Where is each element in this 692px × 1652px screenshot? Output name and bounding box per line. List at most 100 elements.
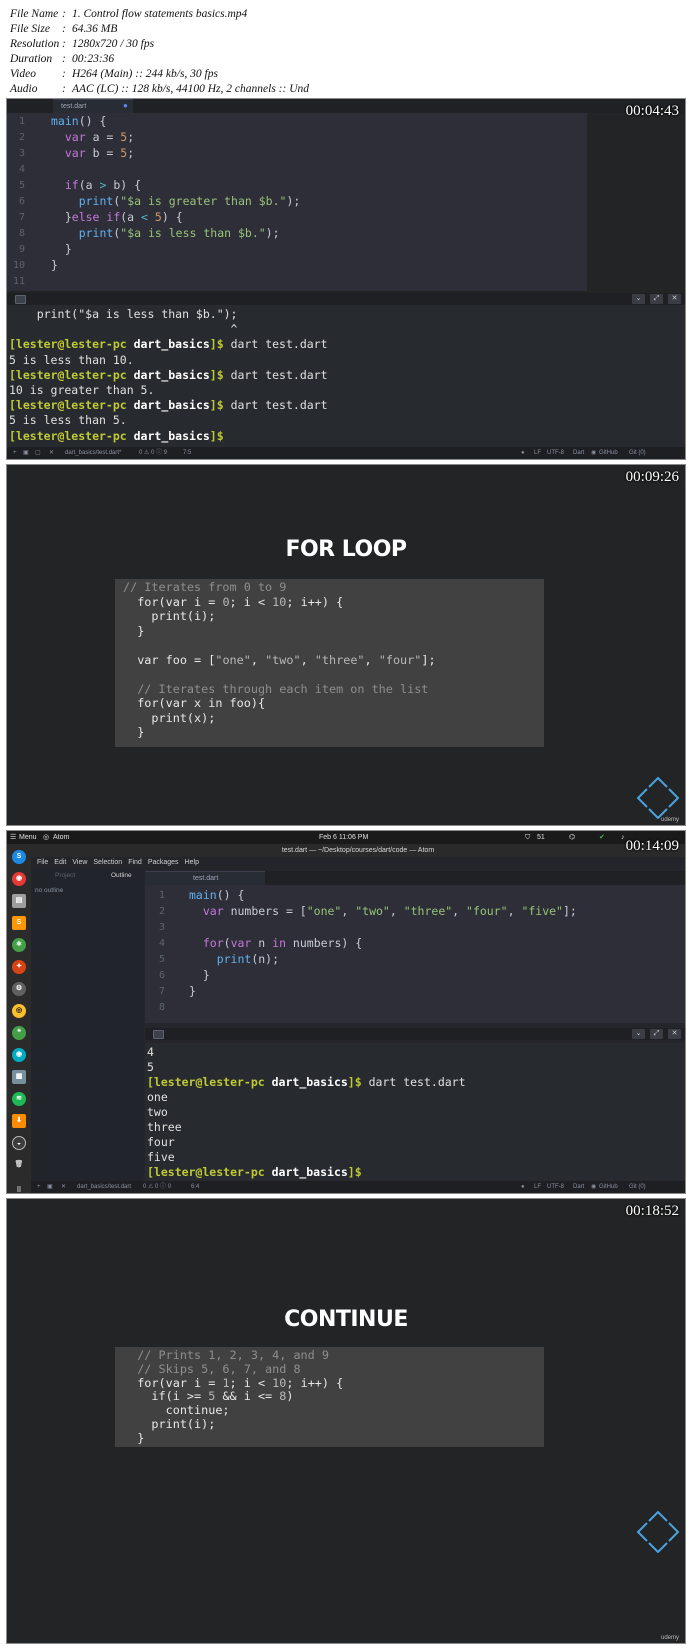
tab-test-dart[interactable]: test.dart <box>53 99 133 113</box>
terminal-icon[interactable] <box>153 1030 164 1039</box>
tab-outline[interactable]: Outline <box>111 872 132 879</box>
chevron-down-icon[interactable]: ⌄ <box>632 1029 645 1039</box>
code-token: "two" <box>265 652 301 667</box>
menu-item-help[interactable]: Help <box>185 859 199 866</box>
nav-arrows-icon[interactable] <box>635 775 681 819</box>
installer-icon[interactable]: ▦ <box>12 1070 26 1084</box>
trash-icon[interactable]: 🗑 <box>12 1158 26 1172</box>
menu-item-file[interactable]: File <box>37 859 48 866</box>
menu-item-edit[interactable]: Edit <box>54 859 66 866</box>
download-icon[interactable]: ⬇ <box>12 1114 26 1128</box>
tab-test-dart[interactable]: test.dart <box>145 871 265 885</box>
code-token: (n); <box>251 952 280 966</box>
code-box: // Iterates from 0 to 9 for(var i = 0; i… <box>115 579 544 747</box>
terminal-output[interactable]: 4 5 [lester@lester-pc dart_basics]$ dart t… <box>145 1043 685 1183</box>
audio-icon[interactable]: ◎ <box>12 1004 26 1018</box>
volume-icon[interactable]: ♪ <box>621 831 625 844</box>
code-editor[interactable]: 1 main() {2 var numbers = ["one", "two", … <box>145 885 685 1023</box>
close-icon[interactable]: ✕ <box>49 447 54 459</box>
add-icon[interactable]: + <box>13 447 17 459</box>
menu-item-packages[interactable]: Packages <box>148 859 179 866</box>
status-git[interactable]: GitHub <box>599 447 618 459</box>
menu-item-selection[interactable]: Selection <box>93 859 122 866</box>
code-token: ( <box>223 936 231 950</box>
code-line: 2 var numbers = ["one", "two", "three", … <box>145 903 685 920</box>
status-counts[interactable]: 0 ⚠ 0 ⓘ 9 <box>139 447 167 459</box>
system-top-bar: ☰ Menu ◎ Atom Feb 6 11:06 PM ⛉ 51 ⌬ ✔ ♪ <box>7 831 685 844</box>
status-file[interactable]: dart_basics/test.dart <box>77 1181 131 1193</box>
status-counts[interactable]: 0 ⚠ 0 ⓘ 0 <box>143 1181 171 1193</box>
code-token: print(i); <box>123 1417 216 1431</box>
code-token: print(i); <box>123 609 216 623</box>
status-encoding[interactable]: UTF-8 <box>547 447 564 459</box>
status-git-count[interactable]: Git (0) <box>629 447 646 459</box>
skype-icon[interactable]: S <box>12 850 26 864</box>
spotify-icon[interactable]: ≋ <box>12 1092 26 1106</box>
hangouts-icon[interactable]: ❝ <box>12 1026 26 1040</box>
status-git[interactable]: GitHub <box>599 1181 618 1193</box>
status-cursor[interactable]: 6:4 <box>191 1181 199 1193</box>
settings-icon[interactable]: ⚙ <box>12 982 26 996</box>
add-icon[interactable]: + <box>37 1181 41 1193</box>
terminal-icon[interactable] <box>15 295 26 304</box>
terminal-icon[interactable]: ▣ <box>23 447 29 459</box>
status-file[interactable]: dart_basics/test.dart* <box>65 447 121 459</box>
check-icon[interactable]: ✔ <box>599 831 605 844</box>
terminal-icon[interactable]: ▣ <box>47 1181 53 1193</box>
clock[interactable]: Feb 6 11:06 PM <box>319 831 368 844</box>
sublime-icon[interactable]: S <box>12 916 26 930</box>
maximize-icon[interactable]: ⤢ <box>650 294 663 304</box>
status-cursor[interactable]: 7:5 <box>183 447 191 459</box>
status-eol[interactable]: LF <box>534 1181 541 1193</box>
code-editor[interactable]: 1 main() {2 var a = 5; 3 var b = 5; 4 5 if(a… <box>7 113 587 291</box>
box-icon[interactable]: ▢ <box>35 447 41 459</box>
close-icon[interactable]: ✕ <box>668 1029 681 1039</box>
status-encoding[interactable]: UTF-8 <box>547 1181 564 1193</box>
menu-item-view[interactable]: View <box>72 859 87 866</box>
prompt-command: dart test.dart <box>361 1075 466 1089</box>
prompt-dir: dart_basics <box>126 398 210 413</box>
maximize-icon[interactable]: ⤢ <box>650 1029 663 1039</box>
github-icon[interactable]: ◉ <box>591 447 596 459</box>
line-number: 3 <box>158 922 165 933</box>
chrome-icon[interactable]: ◉ <box>12 872 26 886</box>
video-frame-1: 00:04:43 test.dart ● 1 main() {2 var a = … <box>6 98 686 460</box>
active-app[interactable]: Atom <box>53 831 69 844</box>
nav-arrows-icon[interactable] <box>635 1509 681 1553</box>
network-icon[interactable]: ⌬ <box>569 831 575 844</box>
terminal-output[interactable]: print("$a is less than $b."); ^ [lester@l… <box>7 305 685 449</box>
menu-icon[interactable]: ☰ <box>10 831 16 844</box>
prompt-command: dart test.dart <box>223 337 328 352</box>
system-menu[interactable]: Menu <box>19 831 37 844</box>
close-icon[interactable]: ✕ <box>61 1181 66 1193</box>
tab-label: test.dart <box>193 875 219 882</box>
slide-title: FOR LOOP <box>285 537 407 562</box>
tab-project[interactable]: Project <box>55 872 75 879</box>
meta-separator: : <box>62 53 66 65</box>
meta-row: Video: H264 (Main) :: 244 kb/s, 30 fps <box>10 67 309 82</box>
github-icon[interactable]: ◉ <box>591 1181 596 1193</box>
line-number: 9 <box>18 244 25 255</box>
status-language[interactable]: Dart <box>573 1181 584 1193</box>
browser-icon[interactable]: ◉ <box>12 1048 26 1062</box>
menu-item-find[interactable]: Find <box>128 859 142 866</box>
window-title-bar: test.dart — ~/Desktop/courses/dart/code … <box>31 844 685 857</box>
obs-icon[interactable]: ◒ <box>12 1136 26 1150</box>
terminal-text: five <box>147 1150 175 1164</box>
terminal-text: 5 <box>147 1060 154 1074</box>
atom-app-icon[interactable]: ⚛ <box>12 938 26 952</box>
battery-level[interactable]: 51 <box>537 831 545 844</box>
app-icon[interactable]: ✦ <box>12 960 26 974</box>
code-token: ; i < <box>229 594 273 609</box>
chevron-down-icon[interactable]: ⌄ <box>632 294 645 304</box>
app-grid-icon[interactable]: ⠿ <box>12 1184 26 1193</box>
status-language[interactable]: Dart <box>573 447 584 459</box>
close-icon[interactable]: ✕ <box>668 294 681 304</box>
status-eol[interactable]: LF <box>534 447 541 459</box>
status-git-count[interactable]: Git (0) <box>629 1181 646 1193</box>
line-number: 4 <box>158 938 165 949</box>
files-icon[interactable]: ▤ <box>12 894 26 908</box>
code-token: "one" <box>215 652 251 667</box>
shield-icon[interactable]: ⛉ <box>525 831 530 844</box>
